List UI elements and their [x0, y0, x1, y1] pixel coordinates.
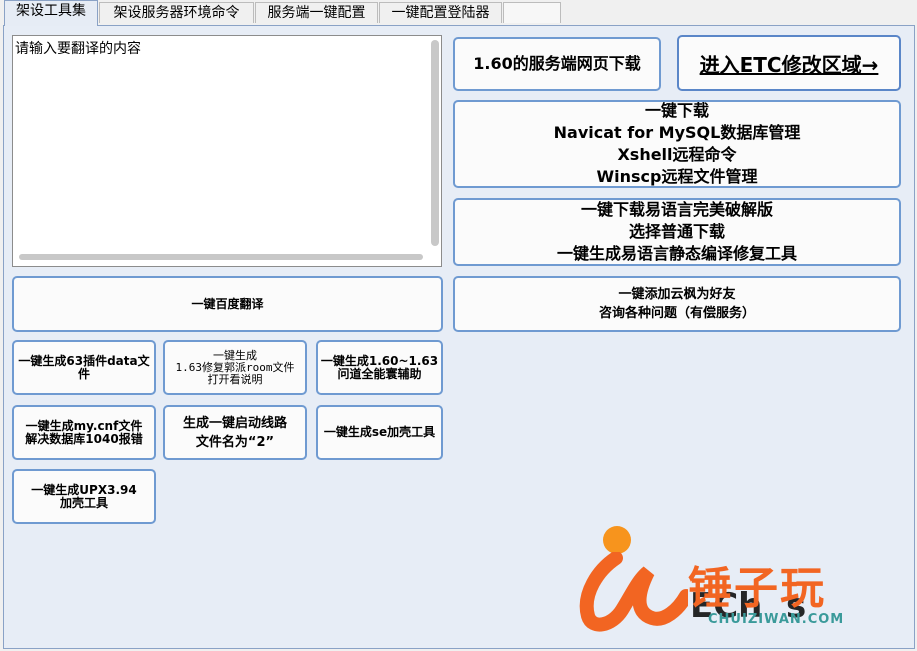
baidu-translate-button[interactable]: 一键百度翻译: [12, 276, 443, 332]
logo-url: CHUIZIWAN.COM: [708, 612, 845, 627]
tab-oneclick-launcher-config[interactable]: 一键配置登陆器: [379, 2, 502, 23]
watermark-logo: ECh s 锤子玩 CHUIZIWAN.COM: [578, 526, 898, 636]
tab-bar: 架设工具集 架设服务器环境命令 服务端一键配置 一键配置登陆器: [0, 0, 917, 26]
gen-upx-button[interactable]: 一键生成UPX3.94 加壳工具: [12, 469, 156, 524]
gen-mycnf-button[interactable]: 一键生成my.cnf文件 解决数据库1040报错: [12, 405, 156, 460]
add-friend-button[interactable]: 一键添加云枫为好友 咨询各种问题（有偿服务）: [453, 276, 901, 332]
translate-input[interactable]: 请输入要翻译的内容: [12, 35, 442, 267]
tab-setup-tools[interactable]: 架设工具集: [4, 0, 98, 26]
gen-route-file-button[interactable]: 生成一键启动线路 文件名为“2”: [163, 405, 307, 460]
translate-input-text: 请输入要翻译的内容: [15, 41, 141, 57]
easylang-download-button[interactable]: 一键下载易语言完美破解版 选择普通下载 一键生成易语言静态编译修复工具: [453, 198, 901, 266]
logo-text: 锤子玩: [688, 563, 826, 614]
gen-160-helper-button[interactable]: 一键生成1.60~1.63问道全能寰辅助: [316, 340, 443, 395]
tab-server-env-commands[interactable]: 架设服务器环境命令: [99, 2, 254, 23]
etc-edit-button[interactable]: 进入ETC修改区域→: [677, 35, 901, 91]
horizontal-scrollbar[interactable]: [19, 254, 423, 260]
download-web-button[interactable]: 1.60的服务端网页下载: [453, 37, 661, 91]
gen-63-data-button[interactable]: 一键生成63插件data文件: [12, 340, 156, 395]
tab-server-oneclick-config[interactable]: 服务端一键配置: [255, 2, 378, 23]
tab-empty: [503, 2, 561, 23]
logo-swirl-icon: [579, 552, 688, 632]
logo-dot-icon: [603, 526, 631, 554]
gen-se-shell-button[interactable]: 一键生成se加壳工具: [316, 405, 443, 460]
gen-room-file-button[interactable]: 一键生成 1.63修复郭派room文件 打开看说明: [163, 340, 307, 395]
vertical-scrollbar[interactable]: [431, 40, 439, 246]
navicat-download-button[interactable]: 一键下载 Navicat for MySQL数据库管理 Xshell远程命令 W…: [453, 100, 901, 188]
